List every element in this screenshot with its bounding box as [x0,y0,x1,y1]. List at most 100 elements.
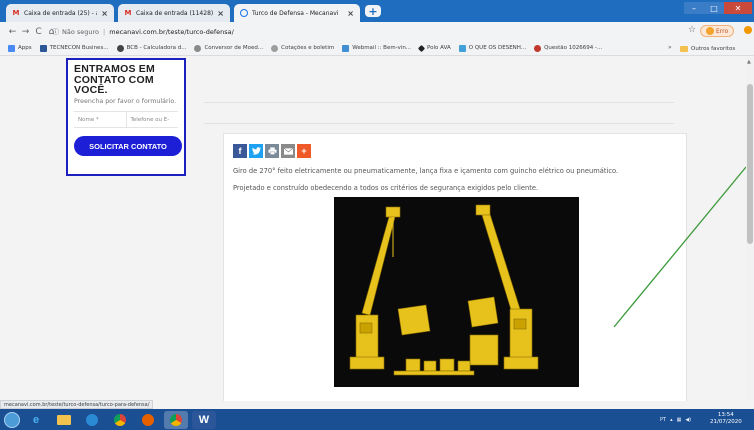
avatar [706,27,714,35]
gmail-icon: M [124,9,132,17]
polo-ava-icon [418,44,426,52]
new-tab-button[interactable]: + [365,5,381,18]
gmail-icon: M [12,9,20,17]
bookmark-conversor[interactable]: Conversor de Moed... [194,44,264,52]
contact-form: ENTRAMOS EM CONTATO COM VOCÊ. Preencha p… [66,58,186,176]
tray-arrow-icon[interactable]: ▴ [670,417,673,423]
close-window-button[interactable]: ✕ [724,2,752,14]
tab-strip: M Caixa de entrada (25) - amuasor: × M C… [0,0,754,22]
explorer-icon[interactable] [52,411,76,429]
volume-icon[interactable]: ◀) [685,417,691,423]
globe-icon [240,9,248,17]
bookmark-bcb[interactable]: BCB - Calculadora d... [116,44,187,52]
name-field[interactable]: Nome * [74,112,126,127]
apps-icon [8,44,15,52]
taskbar: e W PT ▴ ▦ ◀) 13:54 21/07/2020 [0,409,754,430]
phone-email-field[interactable]: Telefone ou E- [125,112,179,127]
webmail-icon [342,44,350,52]
ie-icon[interactable]: e [24,411,48,429]
network-icon[interactable]: ▦ [677,417,682,423]
contact-heading-1: ENTRAMOS EM [74,63,155,75]
url-text[interactable]: mecanavi.com.br/teste/turco-defensa/ [109,28,234,36]
bookmark-label: Apps [18,45,32,51]
error-label: Erro [716,27,729,35]
tab-gmail-1[interactable]: M Caixa de entrada (25) - amuasor: × [6,4,114,22]
facebook-share-icon[interactable]: f [233,144,247,158]
contact-heading-3: VOCÊ. [74,84,108,96]
bookmark-label: O QUE OS DESENH... [468,45,527,51]
bookmark-questao[interactable]: Questão 1026694 -... [534,44,603,52]
bookmark-label: Cotações e boletim [281,45,335,51]
clock-time: 13:54 [717,412,734,418]
bookmark-label: TECNECON Busines... [49,45,109,51]
scrollbar[interactable]: ▲ [746,57,754,401]
chevron-down-icon[interactable]: » [668,44,672,51]
desenh-icon [458,44,466,52]
forward-icon[interactable]: → [19,27,32,37]
crane-illustration [334,197,579,387]
other-bookmarks-label: Outros favoritos [691,45,736,52]
tab-title: Caixa de entrada (25) - amuasor: [24,9,97,17]
toolbar: ← → C ⌂ ⓘ Não seguro | mecanavi.com.br/t… [0,22,754,41]
print-icon[interactable] [265,144,279,158]
request-contact-button[interactable]: SOLICITAR CONTATO [74,136,182,156]
bookmark-tecnecon[interactable]: TECNECON Busines... [39,44,109,52]
divider [204,123,674,124]
back-icon[interactable]: ← [6,27,19,37]
minimize-button[interactable]: – [684,2,704,14]
close-icon[interactable]: × [217,9,224,18]
language-indicator[interactable]: PT [660,417,666,423]
product-image [334,197,579,387]
twitter-share-icon[interactable] [249,144,263,158]
article-paragraph-2: Projetado e construído obedecendo a todo… [233,184,539,192]
tab-gmail-2[interactable]: M Caixa de entrada (11428) - amc: × [118,4,230,22]
conversor-icon [194,44,202,52]
bookmark-cotacoes[interactable]: Cotações e boletim [271,44,335,52]
close-icon[interactable]: × [347,9,354,18]
close-icon[interactable]: × [101,9,108,18]
clock[interactable]: 13:54 21/07/2020 [710,412,742,426]
start-button[interactable] [4,411,20,428]
chrome-icon[interactable] [108,411,132,429]
clock-date: 21/07/2020 [710,419,742,425]
email-share-icon[interactable] [281,144,295,158]
bookmark-label: Webmail :: Bem-vin... [352,45,412,51]
bookmark-desenh[interactable]: O QUE OS DESENH... [458,44,527,52]
reload-icon[interactable]: C [32,27,45,37]
cotacoes-icon [271,44,279,52]
chrome2-icon[interactable] [164,410,188,429]
tecnecon-icon [39,44,47,52]
tab-turco-defensa[interactable]: Turco de Defensa - Mecanavi × [234,4,360,22]
media-icon[interactable] [80,411,104,429]
tab-title: Caixa de entrada (11428) - amc: [136,9,214,17]
bookmarks-bar: Apps TECNECON Busines... BCB - Calculado… [0,41,754,56]
bcb-icon [116,44,124,52]
profile-error-button[interactable]: Erro [700,25,735,37]
security-label: Não seguro [62,27,100,36]
scrollbar-thumb[interactable] [747,84,753,244]
web-page: ENTRAMOS EM CONTATO COM VOCÊ. Preencha p… [0,57,746,401]
bookmark-webmail[interactable]: Webmail :: Bem-vin... [342,44,412,52]
tab-title: Turco de Defensa - Mecanavi [252,9,339,17]
maximize-button[interactable]: □ [704,2,724,14]
bookmark-label: BCB - Calculadora d... [126,45,187,51]
scroll-up-icon[interactable]: ▲ [747,59,751,65]
menu-alert-icon[interactable] [744,26,752,34]
firefox-icon[interactable] [136,411,160,429]
contact-subtitle: Preencha por favor o formulário. [74,97,177,105]
word-icon[interactable]: W [192,410,216,429]
system-tray: PT ▴ ▦ ◀) [660,409,691,430]
bookmark-apps[interactable]: Apps [8,44,32,52]
address-bar[interactable]: ⓘ Não seguro | mecanavi.com.br/teste/tur… [52,24,682,39]
questao-icon [534,44,542,52]
more-share-icon[interactable]: + [297,144,311,158]
bookmark-polo-ava[interactable]: Polo AVA [418,44,451,52]
contact-fields: Nome * Telefone ou E- [74,111,178,128]
bookmark-star-icon[interactable]: ☆ [688,25,696,35]
bookmark-label: Conversor de Moed... [204,45,264,51]
separator: | [103,27,106,36]
info-icon[interactable]: ⓘ [52,27,59,37]
article-paragraph-1: Giro de 270° feito eletricamente ou pneu… [233,167,619,175]
bookmark-label: Questão 1026694 -... [544,45,603,51]
other-bookmarks[interactable]: Outros favoritos [680,41,736,55]
